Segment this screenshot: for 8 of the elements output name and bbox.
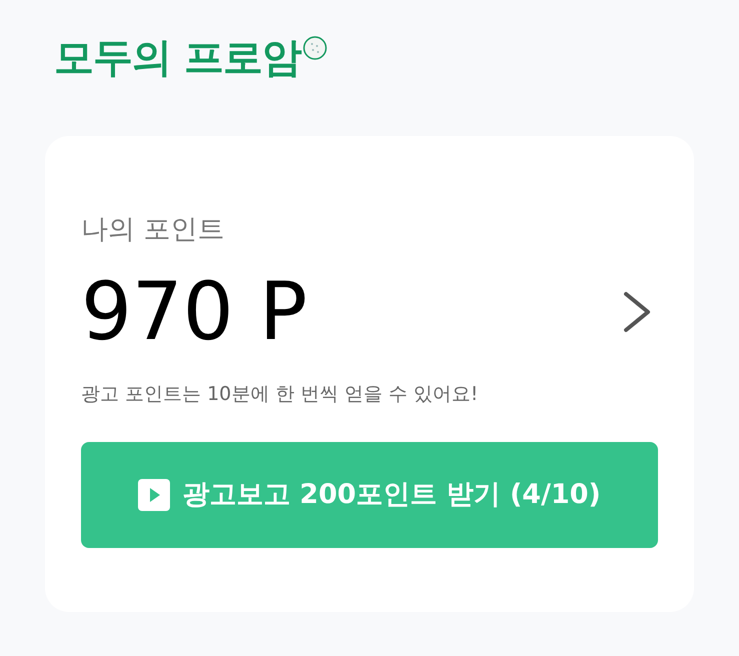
golf-ball-icon xyxy=(302,36,327,60)
watch-ad-button[interactable]: 광고보고 200포인트 받기 (4/10) xyxy=(81,442,658,548)
chevron-right-icon[interactable] xyxy=(622,290,652,334)
play-icon xyxy=(138,479,170,511)
points-value: 970 P xyxy=(81,264,308,360)
points-title: 나의 포인트 xyxy=(81,213,226,247)
logo: 모두의 프로암 xyxy=(54,34,301,83)
points-note: 광고 포인트는 10분에 한 번씩 얻을 수 있어요! xyxy=(81,382,480,407)
